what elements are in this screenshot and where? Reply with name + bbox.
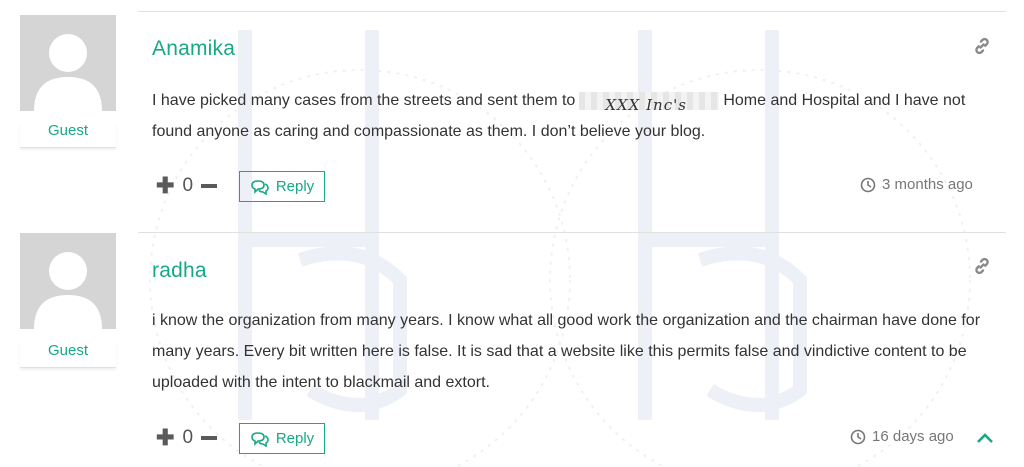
vote-controls: ✚ 0: [156, 425, 218, 451]
author-name[interactable]: Anamika: [152, 37, 235, 61]
vote-count: 0: [182, 427, 194, 448]
author-role: Guest: [20, 342, 116, 368]
link-icon[interactable]: [972, 256, 992, 276]
reply-icon: [251, 431, 269, 447]
comment-timestamp: 3 months ago: [860, 176, 973, 193]
minus-icon[interactable]: [201, 436, 218, 440]
plus-icon[interactable]: ✚: [156, 425, 174, 451]
minus-icon[interactable]: [201, 184, 218, 188]
author-role: Guest: [20, 122, 116, 148]
comment-text: i know the organization from many years.…: [152, 312, 981, 391]
comment-timestamp: 16 days ago: [850, 428, 954, 445]
author-name[interactable]: radha: [152, 259, 207, 283]
reply-label: Reply: [275, 430, 315, 447]
link-icon[interactable]: [972, 36, 992, 56]
user-avatar-icon: [20, 233, 116, 329]
divider: [138, 11, 1006, 12]
reply-icon: [251, 179, 269, 195]
reply-label: Reply: [275, 178, 315, 195]
comment-text: I have picked many cases from the street…: [152, 91, 966, 140]
plus-icon[interactable]: ✚: [156, 173, 174, 199]
redacted-name: XXX Inc's: [579, 91, 720, 114]
vote-count: 0: [182, 175, 194, 196]
reply-button[interactable]: Reply: [239, 423, 325, 454]
divider: [138, 232, 1006, 233]
clock-icon: [850, 429, 866, 444]
chevron-up-icon[interactable]: [976, 432, 994, 444]
reply-button[interactable]: Reply: [239, 171, 325, 202]
vote-controls: ✚ 0: [156, 173, 218, 199]
user-avatar-icon: [20, 15, 116, 111]
clock-icon: [860, 177, 876, 192]
